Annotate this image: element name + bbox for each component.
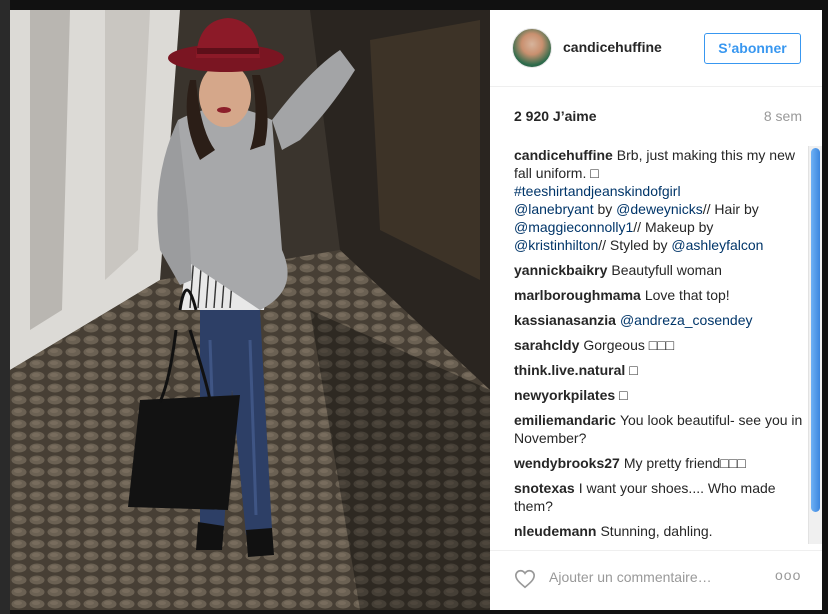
post-time[interactable]: 8 sem (764, 108, 802, 124)
post-footer: Ajouter un commentaire… ooo (490, 550, 822, 611)
comment-item: yannickbaikry Beautyfull woman (514, 261, 808, 279)
caption-text: // Makeup by (633, 219, 714, 235)
comment-username[interactable]: marlboroughmama (514, 287, 641, 303)
comment-item: nleudemann Stunning, dahling. (514, 522, 808, 540)
scrollbar-thumb[interactable] (811, 148, 820, 512)
comment-username[interactable]: nleudemann (514, 523, 596, 539)
post-header: candicehuffine S’abonner (490, 10, 822, 87)
comment-item: sarahcldy Gorgeous □□□ (514, 336, 808, 354)
caption-mention[interactable]: @lanebryant (514, 201, 594, 217)
caption-text: by (593, 201, 617, 217)
follow-button[interactable]: S’abonner (704, 33, 801, 64)
comment-item: snotexas I want your shoes.... Who made t… (514, 479, 808, 515)
caption-hashtag[interactable]: #teeshirtandjeanskindofgirl (514, 183, 681, 199)
comment-username[interactable]: newyorkpilates (514, 387, 615, 403)
caption-mention[interactable]: @kristinhilton (514, 237, 598, 253)
photo-illustration (10, 10, 490, 610)
comment-item: wendybrooks27 My pretty friend□□□ (514, 454, 808, 472)
comment-text: Gorgeous □□□ (583, 337, 675, 353)
caption: candicehuffine Brb, just making this my n… (514, 146, 808, 254)
heart-icon[interactable] (514, 568, 536, 590)
comment-username[interactable]: emiliemandaric (514, 412, 616, 428)
caption-text: // Hair by (702, 201, 759, 217)
comment-text: Love that top! (644, 287, 730, 303)
add-comment-input[interactable]: Ajouter un commentaire… (549, 569, 712, 585)
comment-item: emiliemandaric You look beautiful- see yo… (514, 411, 808, 447)
likes-count[interactable]: 2 920 J’aime (514, 108, 597, 124)
comment-item: think.live.natural □ (514, 361, 808, 379)
post-details-panel: candicehuffine S’abonner 2 920 J’aime 8 … (490, 10, 822, 610)
comment-item: newyorkpilates □ (514, 386, 808, 404)
caption-text: // Styled by (598, 237, 672, 253)
comments-list[interactable]: candicehuffine Brb, just making this my n… (514, 146, 808, 546)
comment-text: □ (629, 362, 638, 378)
caption-username[interactable]: candicehuffine (514, 147, 613, 163)
likes-row: 2 920 J’aime 8 sem (514, 108, 802, 128)
comment-text: Stunning, dahling. (600, 523, 713, 539)
comment-username[interactable]: yannickbaikry (514, 262, 607, 278)
more-options-icon[interactable]: ooo (775, 567, 801, 583)
comment-mention[interactable]: @andreza_cosendey (620, 312, 753, 328)
comment-text: Beautyfull woman (611, 262, 722, 278)
caption-mention[interactable]: @ashleyfalcon (671, 237, 763, 253)
comments-scrollbar[interactable] (808, 146, 822, 544)
backdrop-shade (0, 0, 10, 614)
post-photo (10, 10, 490, 610)
comment-username[interactable]: sarahcldy (514, 337, 579, 353)
comment-username[interactable]: kassianasanzia (514, 312, 616, 328)
caption-mention[interactable]: @maggieconnolly1 (514, 219, 633, 235)
comment-text: □ (619, 387, 628, 403)
header-username[interactable]: candicehuffine (563, 39, 662, 55)
avatar[interactable] (512, 28, 552, 68)
comment-text: My pretty friend□□□ (623, 455, 746, 471)
comment-username[interactable]: wendybrooks27 (514, 455, 620, 471)
comment-username[interactable]: think.live.natural (514, 362, 625, 378)
comment-item: marlboroughmama Love that top! (514, 286, 808, 304)
comment-item: kassianasanzia @andreza_cosendey (514, 311, 808, 329)
comment-username[interactable]: snotexas (514, 480, 575, 496)
caption-mention[interactable]: @deweynicks (616, 201, 703, 217)
